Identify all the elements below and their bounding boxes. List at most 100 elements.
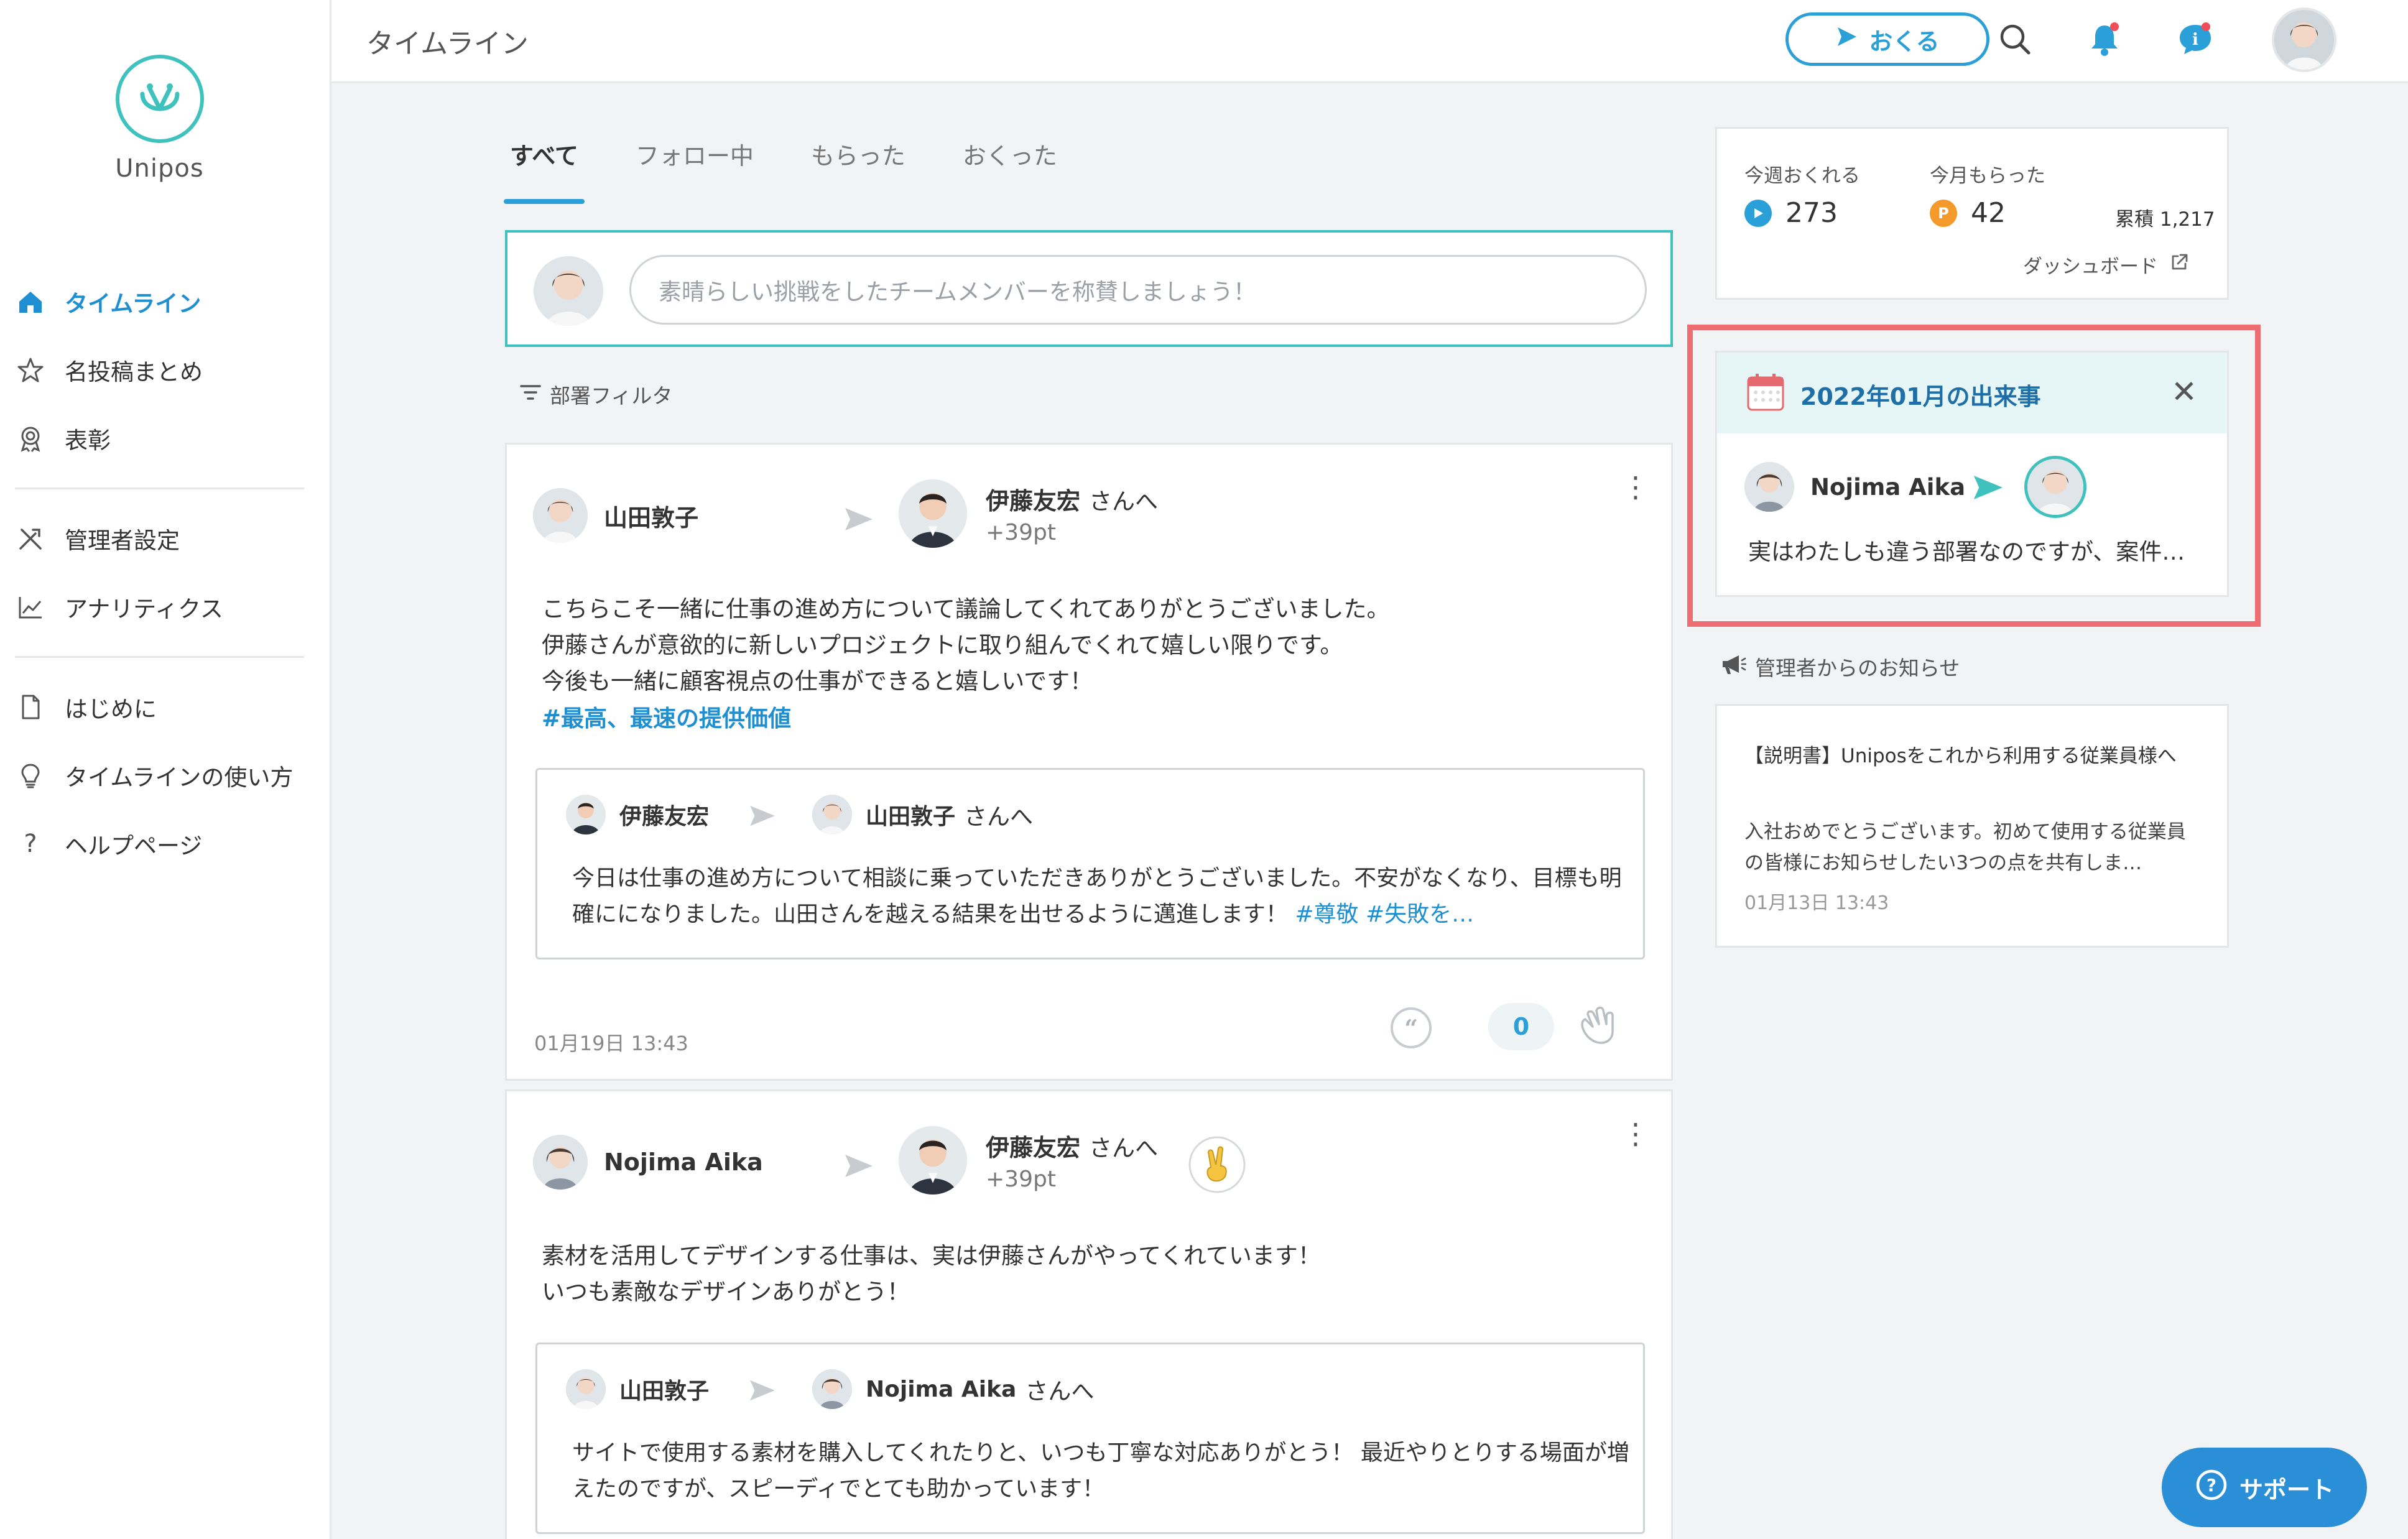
notice-title: 【説明書】Uniposをこれから利用する従業員様へ — [1744, 745, 2177, 767]
tab-sent[interactable]: おくった — [956, 124, 1063, 189]
quoted-post[interactable]: 山田敦子 Nojima Aika さんへ サイトで使用する素材を購入してくれたり… — [535, 1343, 1645, 1534]
post-date: 01月19日 13:43 — [534, 1032, 688, 1055]
recipient-name: 伊藤友宏 — [986, 488, 1081, 515]
quoted-recipient: Nojima Aika さんへ — [812, 1369, 1094, 1409]
notice-date: 01月13日 13:43 — [1744, 892, 1889, 914]
sidebar-item-analytics[interactable]: アナリティクス — [0, 573, 331, 641]
points-value: +39pt — [986, 520, 1056, 545]
svg-text:?: ? — [2207, 1475, 2216, 1495]
dashboard-link[interactable]: ダッシュボード — [2023, 251, 2189, 279]
megaphone-icon — [1720, 653, 1747, 680]
sidebar-item-label: 名投稿まとめ — [65, 359, 203, 386]
close-icon[interactable]: ✕ — [2171, 374, 2197, 410]
sidebar-item-best-posts[interactable]: 名投稿まとめ — [0, 336, 331, 404]
weekly-send-number: 273 — [1785, 197, 1838, 229]
weekly-send-label: 今週おくれる — [1744, 165, 1860, 187]
send-arrow-icon — [1972, 474, 2004, 503]
compose-box: 素晴らしい挑戦をしたチームメンバーを称賛しましょう！ — [505, 230, 1673, 347]
tab-all[interactable]: すべて — [504, 124, 585, 204]
post-sender[interactable]: 山田敦子 — [533, 488, 698, 543]
sender-name: 山田敦子 — [604, 504, 699, 532]
external-link-icon — [2169, 252, 2189, 277]
sidebar: Unipos タイムライン 名投稿まとめ 表彰 管理者設定 アナリティクス はじ… — [0, 0, 331, 1539]
recipient-suffix: さんへ — [1089, 488, 1159, 515]
star-icon — [15, 354, 46, 386]
lightbulb-icon — [15, 760, 46, 791]
search-icon[interactable] — [1993, 17, 2037, 61]
sidebar-item-how-to-use[interactable]: タイムラインの使い方 — [0, 741, 331, 810]
tab-following[interactable]: フォロー中 — [629, 124, 760, 189]
quoted-post[interactable]: 伊藤友宏 山田敦子 さんへ 今日は仕事の進め方について相談に乗っていただきありが… — [535, 768, 1645, 959]
event-title: 2022年01月の出来事 — [1800, 383, 2041, 410]
sidebar-item-label: 表彰 — [65, 427, 111, 454]
sidebar-item-admin-settings[interactable]: 管理者設定 — [0, 504, 331, 573]
department-filter[interactable]: 部署フィルタ — [520, 379, 672, 409]
more-options-icon[interactable]: ⋮ — [1621, 1119, 1650, 1148]
quoted-sender: 伊藤友宏 — [566, 795, 709, 834]
recipient-name: 伊藤友宏 — [986, 1134, 1081, 1162]
event-text: 実はわたしも違う部署なのですが、案件… — [1748, 538, 2185, 565]
quoted-hashtags[interactable]: #尊敬 #失敗を… — [1295, 902, 1474, 927]
timeline-tabs: すべて フォロー中 もらった おくった — [504, 124, 1108, 204]
sidebar-item-timeline[interactable]: タイムライン — [0, 267, 331, 336]
peace-sign-stamp-icon — [1187, 1135, 1247, 1197]
sender-name: 山田敦子 — [619, 1379, 710, 1404]
send-icon — [1835, 25, 1859, 54]
avatar — [812, 795, 852, 834]
quoted-sender: 山田敦子 — [566, 1369, 709, 1409]
post-recipient[interactable]: 伊藤友宏 さんへ +39pt — [899, 479, 1158, 548]
recipient-suffix: さんへ — [964, 803, 1034, 830]
post-recipient[interactable]: 伊藤友宏 さんへ +39pt — [899, 1126, 1158, 1195]
avatar — [1744, 462, 1794, 512]
sidebar-item-label: ヘルプページ — [65, 833, 203, 859]
notice-card[interactable]: 【説明書】Uniposをこれから利用する従業員様へ 入社おめでとうございます。初… — [1715, 704, 2229, 948]
total-received: 累積 1,217 — [2115, 208, 2215, 231]
award-icon — [15, 423, 46, 454]
weekly-send-value: 273 — [1744, 197, 1838, 229]
clap-count[interactable]: 0 — [1488, 1003, 1554, 1050]
send-arrow-icon — [844, 507, 874, 534]
avatar — [899, 1126, 967, 1195]
tab-received[interactable]: もらった — [805, 124, 912, 189]
svg-text:i: i — [2192, 30, 2198, 49]
quote-icon[interactable]: “ — [1389, 1005, 1433, 1053]
info-chat-icon[interactable]: i — [2174, 17, 2217, 61]
divider — [15, 488, 304, 489]
unipos-logo[interactable]: Unipos — [112, 55, 207, 183]
post-card: Nojima Aika 伊藤友宏 さんへ +39pt ⋮ 素材を活用してデザインす… — [505, 1089, 1673, 1539]
calendar-icon — [1744, 371, 1787, 416]
post-card: 山田敦子 伊藤友宏 さんへ +39pt ⋮ こちらこそ一緒に仕事の進め方について議… — [505, 443, 1673, 1081]
received-points-icon: P — [1930, 199, 1957, 227]
document-icon — [15, 691, 46, 723]
dashboard-label: ダッシュボード — [2023, 256, 2158, 278]
sidebar-item-awards[interactable]: 表彰 — [0, 404, 331, 473]
avatar — [533, 1135, 588, 1190]
send-button[interactable]: おくる — [1785, 12, 1989, 66]
recipient-suffix: さんへ — [1089, 1135, 1159, 1162]
post-hashtag[interactable]: #最高、最速の提供価値 — [542, 700, 791, 733]
monthly-received-label: 今月もらった — [1930, 165, 2045, 187]
notification-bell-icon[interactable] — [2083, 17, 2126, 61]
monthly-event-card[interactable]: 2022年01月の出来事 ✕ Nojima Aika 実はわたしも違う部署なので… — [1715, 351, 2229, 597]
quoted-recipient: 山田敦子 さんへ — [812, 795, 1033, 834]
compose-input[interactable]: 素晴らしい挑戦をしたチームメンバーを称賛しましょう！ — [629, 255, 1647, 325]
top-bar: タイムライン おくる i — [331, 0, 2408, 83]
filter-icon — [520, 382, 541, 407]
more-options-icon[interactable]: ⋮ — [1621, 473, 1650, 501]
avatar — [566, 795, 606, 834]
support-button[interactable]: ? サポート — [2162, 1448, 2367, 1527]
send-arrow-icon — [749, 1379, 776, 1404]
post-sender[interactable]: Nojima Aika — [533, 1135, 763, 1190]
clap-icon[interactable] — [1574, 999, 1626, 1054]
event-header: 2022年01月の出来事 ✕ — [1717, 353, 2227, 433]
sidebar-item-getting-started[interactable]: はじめに — [0, 673, 331, 741]
send-arrow-icon — [749, 805, 776, 830]
sidebar-item-help[interactable]: ? ヘルプページ — [0, 810, 331, 878]
sidebar-item-label: タイムライン — [65, 290, 201, 317]
quoted-message: 今日は仕事の進め方について相談に乗っていただきありがとうございました。不安がなく… — [572, 861, 1629, 933]
post-message: 素材を活用してデザインする仕事は、実は伊藤さんがやってくれています！ いつも素敵… — [542, 1242, 1321, 1305]
admin-notice-label: 管理者からのお知らせ — [1755, 656, 1960, 680]
tools-icon — [15, 523, 46, 554]
chart-icon — [15, 591, 46, 622]
user-avatar[interactable] — [2272, 7, 2336, 72]
